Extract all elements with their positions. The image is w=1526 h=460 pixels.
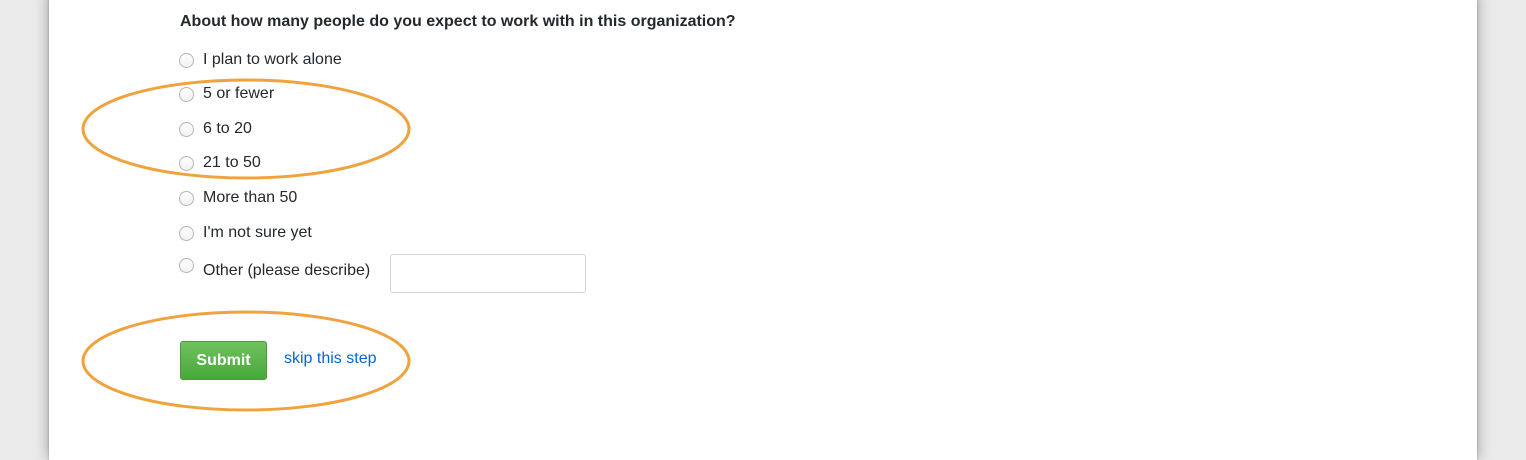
option-21-to-50[interactable]: 21 to 50 xyxy=(179,153,261,173)
option-label: 21 to 50 xyxy=(203,154,261,171)
option-label: I'm not sure yet xyxy=(203,224,312,241)
option-label: 6 to 20 xyxy=(203,120,252,137)
other-description-input[interactable] xyxy=(390,254,586,293)
option-work-alone[interactable]: I plan to work alone xyxy=(179,50,342,70)
radio-button[interactable] xyxy=(179,155,194,171)
radio-button[interactable] xyxy=(179,258,194,273)
option-more-than-50[interactable]: More than 50 xyxy=(179,188,297,208)
option-label: Other (please describe) xyxy=(203,262,371,279)
option-not-sure[interactable]: I'm not sure yet xyxy=(179,223,312,243)
question-heading: About how many people do you expect to w… xyxy=(180,13,736,30)
option-label: I plan to work alone xyxy=(203,51,342,68)
radio-button[interactable] xyxy=(179,52,194,68)
radio-button[interactable] xyxy=(179,190,194,206)
option-6-to-20[interactable]: 6 to 20 xyxy=(179,119,252,139)
option-label: More than 50 xyxy=(203,189,298,206)
option-5-or-fewer[interactable]: 5 or fewer xyxy=(179,84,274,104)
submit-button[interactable]: Submit xyxy=(180,341,267,380)
radio-button[interactable] xyxy=(179,225,194,241)
skip-step-link[interactable]: skip this step xyxy=(284,350,376,368)
option-label: 5 or fewer xyxy=(203,85,275,102)
option-other[interactable]: Other (please describe) xyxy=(179,258,370,288)
radio-button[interactable] xyxy=(179,121,194,137)
radio-button[interactable] xyxy=(179,86,194,102)
